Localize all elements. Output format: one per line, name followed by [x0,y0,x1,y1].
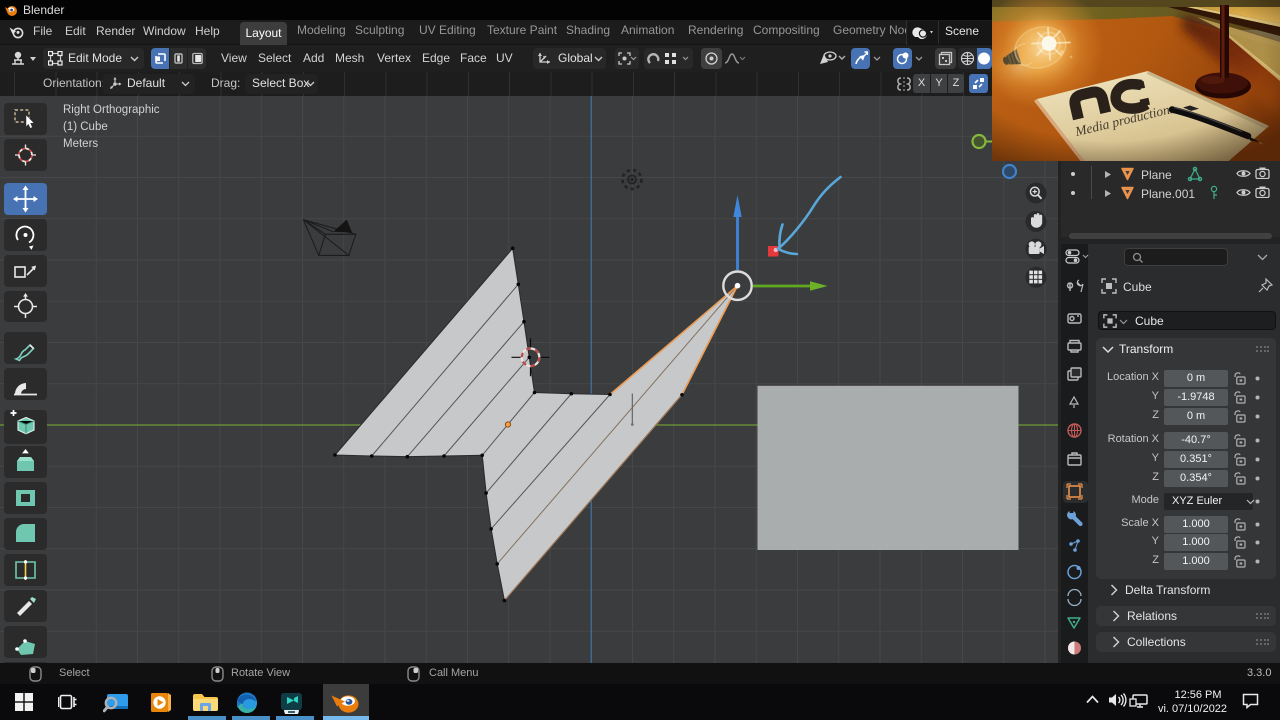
svg-text:(1) Cube: (1) Cube [63,121,108,133]
svg-text:Meters: Meters [63,138,98,150]
svg-text:Right Orthographic: Right Orthographic [63,104,160,116]
